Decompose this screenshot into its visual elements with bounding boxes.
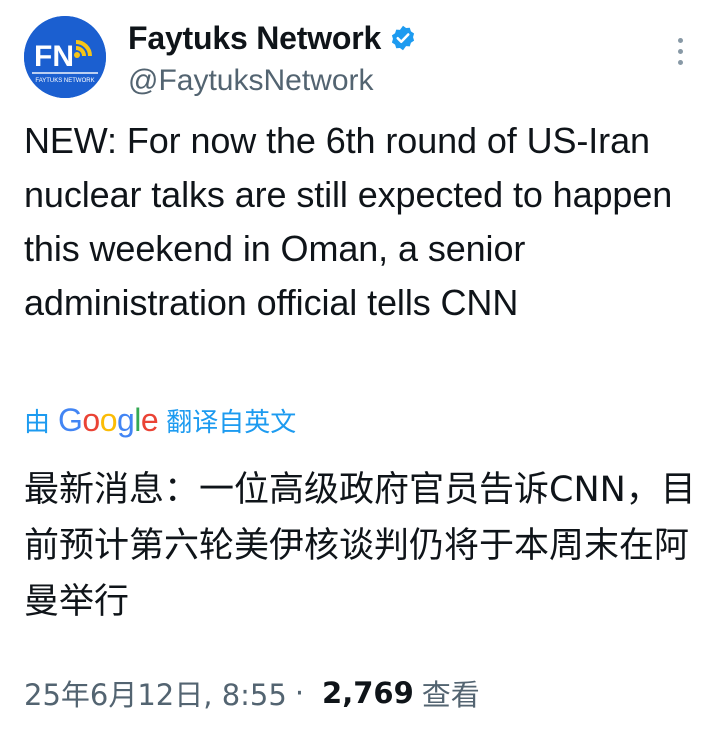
timestamp[interactable]: 25年6月12日, 8:55 — [24, 672, 287, 714]
faytuks-logo: FN FAYTUKS NETWORK — [24, 16, 106, 98]
display-name-row: Faytuks Network — [128, 18, 417, 58]
avatar[interactable]: FN FAYTUKS NETWORK — [24, 16, 106, 98]
tweet-text: NEW: For now the 6th round of US-Iran nu… — [24, 120, 673, 323]
svg-text:FN: FN — [34, 40, 74, 73]
svg-text:FAYTUKS NETWORK: FAYTUKS NETWORK — [35, 78, 94, 84]
translation-prefix: 由 — [24, 407, 51, 438]
verified-badge-icon — [389, 24, 417, 52]
more-options-icon[interactable] — [670, 38, 690, 74]
meta-separator: · — [294, 676, 305, 710]
tweet-meta: 25年6月12日, 8:55 · 2,769 查看 — [24, 672, 480, 714]
views-count: 2,769 — [322, 676, 414, 710]
display-name[interactable]: Faytuks Network — [128, 20, 381, 57]
translation-attribution[interactable]: 由 Google 翻译自英文 — [24, 398, 296, 442]
author-info: Faytuks Network @FaytuksNetwork — [128, 18, 417, 98]
translated-text: 最新消息：一位高级政府官员告诉CNN，目前预计第六轮美伊核谈判仍将于本周末在阿曼… — [24, 470, 696, 622]
tweet-header: FN FAYTUKS NETWORK Faytuks Network @Fayt… — [24, 16, 696, 100]
author-handle[interactable]: @FaytuksNetwork — [128, 64, 417, 98]
views-label: 查看 — [421, 678, 480, 712]
tweet-card: FN FAYTUKS NETWORK Faytuks Network @Fayt… — [0, 0, 720, 730]
google-logo: Google — [58, 401, 159, 438]
translation-suffix: 翻译自英文 — [166, 407, 297, 438]
